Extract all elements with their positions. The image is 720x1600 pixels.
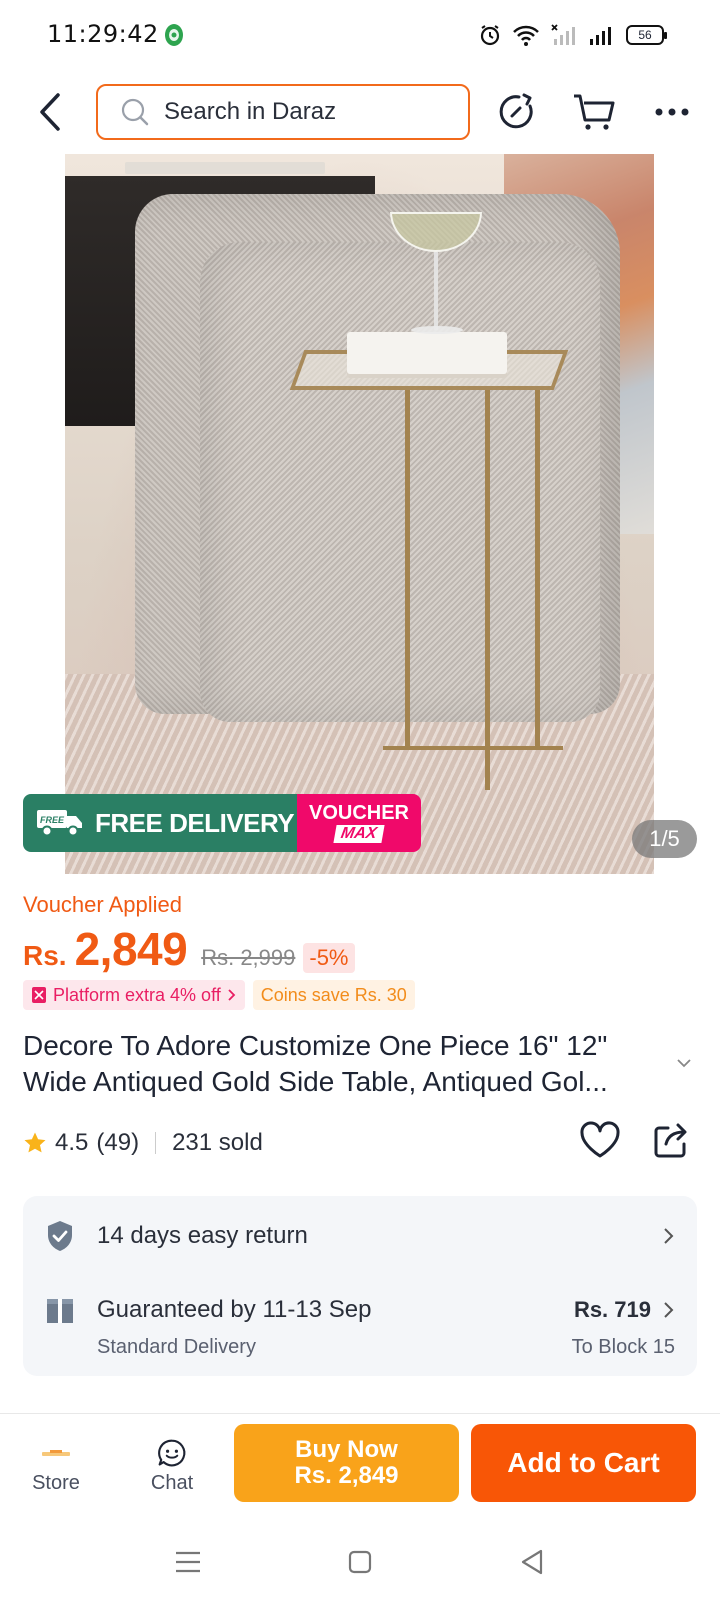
nav-home-button[interactable] bbox=[340, 1542, 380, 1582]
menu-lines-icon bbox=[176, 1551, 200, 1573]
chat-label: Chat bbox=[150, 1472, 194, 1494]
battery-icon: 56 bbox=[626, 25, 667, 45]
service-card: 14 days easy return Guaranteed by 11-13 … bbox=[23, 1196, 697, 1376]
wishlist-button[interactable] bbox=[578, 1120, 622, 1164]
app-notification-icon bbox=[165, 24, 183, 46]
current-price: 2,849 bbox=[74, 923, 188, 975]
expand-chevron-icon[interactable] bbox=[676, 1058, 692, 1068]
back-button[interactable] bbox=[30, 90, 70, 134]
platform-discount-label: Platform extra 4% off bbox=[53, 984, 221, 1005]
battery-level: 56 bbox=[638, 28, 652, 42]
original-price: Rs. 2,999 bbox=[201, 945, 296, 970]
wifi-icon bbox=[513, 25, 539, 46]
coins-tag[interactable]: Coins save Rs. 30 bbox=[252, 980, 415, 1010]
buy-now-label: Buy Now bbox=[295, 1436, 398, 1463]
heart-icon bbox=[580, 1121, 620, 1158]
delivery-guarantee-label: Guaranteed by 11-13 Sep bbox=[97, 1296, 372, 1323]
platform-discount-tag[interactable]: Platform extra 4% off bbox=[23, 980, 245, 1010]
home-square-icon bbox=[348, 1550, 372, 1574]
bottom-action-bar: Store Chat Buy Now Rs. 2,849 Add to Cart bbox=[0, 1414, 720, 1524]
product-image[interactable] bbox=[65, 154, 654, 874]
cart-icon bbox=[574, 94, 615, 130]
voucher-applied-label: Voucher Applied bbox=[23, 892, 183, 917]
alarm-icon bbox=[480, 25, 500, 46]
share-button[interactable] bbox=[652, 1120, 692, 1164]
more-options-button[interactable] bbox=[650, 90, 694, 134]
price-row: Rs. 2,849 Rs. 2,999 -5% bbox=[23, 922, 355, 978]
rating-row[interactable]: 4.5 (49) 231 sold bbox=[23, 1126, 263, 1160]
share-icon bbox=[654, 1123, 687, 1158]
buy-now-button[interactable]: Buy Now Rs. 2,849 bbox=[234, 1424, 459, 1502]
free-small-label: FREE bbox=[40, 815, 65, 825]
voucher-max-badge: VOUCHER MAX bbox=[297, 794, 421, 852]
status-icons: 56 bbox=[478, 20, 667, 50]
status-time: 11:29:42 bbox=[47, 20, 159, 48]
cart-button[interactable] bbox=[572, 90, 616, 134]
store-button[interactable]: Store bbox=[16, 1438, 96, 1495]
delivery-row[interactable]: Guaranteed by 11-13 Sep Rs. 719 bbox=[45, 1290, 675, 1330]
image-counter: 1/5 bbox=[632, 820, 697, 858]
delivery-type: Standard Delivery bbox=[97, 1335, 256, 1358]
shield-check-icon bbox=[48, 1221, 72, 1251]
star-icon bbox=[24, 1132, 46, 1153]
divider bbox=[155, 1132, 157, 1154]
price-currency: Rs. bbox=[23, 940, 67, 971]
more-dots-icon bbox=[655, 108, 689, 116]
signal-strong-icon bbox=[590, 27, 611, 45]
search-placeholder: Search in Daraz bbox=[164, 98, 337, 125]
top-header: Search in Daraz bbox=[0, 70, 720, 154]
chevron-right-icon bbox=[664, 1228, 674, 1244]
history-icon bbox=[499, 93, 533, 129]
voucher-label: VOUCHER bbox=[308, 802, 409, 824]
nav-back-button[interactable] bbox=[512, 1542, 552, 1582]
nav-menu-button[interactable] bbox=[168, 1542, 208, 1582]
coins-label: Coins save Rs. 30 bbox=[260, 984, 407, 1005]
delivery-sub-row: Standard Delivery To Block 15 bbox=[45, 1332, 675, 1362]
status-bar: 11:29:42 56 bbox=[0, 0, 720, 70]
free-delivery-badge: FREE FREE DELIVERY bbox=[23, 794, 297, 852]
back-triangle-icon bbox=[521, 1549, 543, 1575]
free-delivery-label: FREE DELIVERY bbox=[95, 807, 295, 838]
product-title: Decore To Adore Customize One Piece 16" … bbox=[23, 1030, 608, 1097]
voucher-max-label: MAX bbox=[333, 825, 385, 843]
return-policy-row[interactable]: 14 days easy return bbox=[45, 1216, 675, 1256]
review-count: (49) bbox=[96, 1129, 140, 1156]
voucher-ticket-icon bbox=[32, 987, 46, 1003]
chat-button[interactable]: Chat bbox=[132, 1438, 212, 1495]
return-policy-label: 14 days easy return bbox=[97, 1222, 308, 1249]
chevron-right-icon bbox=[664, 1302, 674, 1318]
delivery-truck-icon: FREE bbox=[37, 810, 82, 837]
delivery-location: To Block 15 bbox=[571, 1335, 675, 1358]
discount-badge: -5% bbox=[303, 943, 355, 973]
history-button[interactable] bbox=[495, 90, 539, 134]
search-icon bbox=[121, 98, 149, 126]
buy-now-price: Rs. 2,849 bbox=[294, 1462, 399, 1489]
chevron-right-icon bbox=[228, 989, 236, 1001]
sold-count: 231 sold bbox=[172, 1129, 263, 1156]
back-arrow-icon bbox=[40, 93, 60, 131]
promo-badge: FREE FREE DELIVERY VOUCHER MAX bbox=[23, 794, 421, 852]
search-input[interactable]: Search in Daraz bbox=[96, 84, 470, 140]
chat-icon bbox=[158, 1439, 186, 1467]
signal-weak-icon bbox=[551, 24, 575, 45]
system-nav-bar bbox=[0, 1524, 720, 1600]
rating-value: 4.5 bbox=[55, 1129, 89, 1156]
store-label: Store bbox=[32, 1472, 80, 1494]
promo-tags: Platform extra 4% off Coins save Rs. 30 bbox=[23, 980, 415, 1010]
store-logo-icon bbox=[42, 1450, 70, 1456]
delivery-fee: Rs. 719 bbox=[573, 1297, 651, 1322]
delivery-box-icon bbox=[47, 1299, 73, 1323]
add-to-cart-button[interactable]: Add to Cart bbox=[471, 1424, 696, 1502]
